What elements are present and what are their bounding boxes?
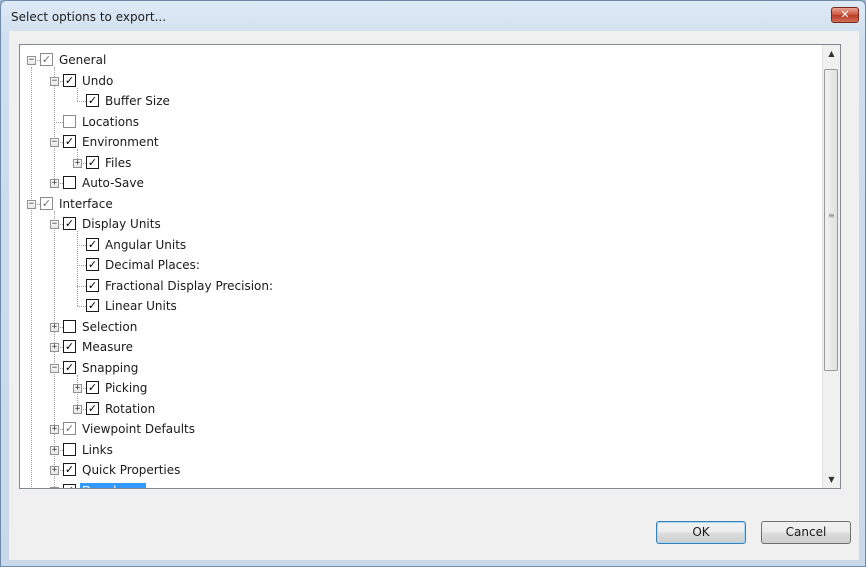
tree-item-label[interactable]: General [57,52,108,68]
tree-row[interactable]: − ✓ Environment [20,133,820,153]
tree-item-label[interactable]: Developer [80,482,146,488]
tree-item-label[interactable]: Viewpoint Defaults [80,421,197,437]
tree-item-label[interactable]: Locations [80,114,141,130]
collapse-icon[interactable]: − [50,76,59,86]
tree-item-label[interactable]: Fractional Display Precision: [103,278,275,294]
scroll-down-arrow-icon[interactable]: ▼ [823,471,840,488]
collapse-icon[interactable]: − [27,56,36,65]
ok-button[interactable]: OK [656,521,746,544]
tree-item-label[interactable]: Angular Units [103,237,188,253]
checkbox[interactable]: ✓ [40,53,53,66]
tree-item-label[interactable]: Files [103,155,133,171]
tree-item-label[interactable]: Display Units [80,216,163,232]
expand-icon[interactable]: + [73,404,82,414]
tree-item-label[interactable]: Selection [80,319,139,335]
tree-row[interactable]: ✓ Linear Units [20,297,820,317]
tree-row[interactable]: + ✓ Quick Properties [20,461,820,481]
expand-icon[interactable]: + [73,158,82,168]
checkbox[interactable] [63,176,76,189]
tree-item-label[interactable]: Environment [80,134,161,150]
checkbox[interactable]: ✓ [86,278,99,292]
collapse-icon[interactable]: − [27,199,36,209]
close-icon: ✕ [840,8,850,21]
checkbox[interactable]: ✓ [63,360,76,374]
checkbox[interactable]: ✓ [86,155,99,169]
vertical-scrollbar[interactable]: ▲ ≡ ▼ [822,45,840,488]
tree-item-label[interactable]: Undo [80,73,115,89]
scroll-up-arrow-icon[interactable]: ▲ [823,45,840,62]
expand-icon[interactable]: + [50,322,59,332]
expand-icon[interactable]: + [50,425,59,434]
tree-item-label[interactable]: Interface [57,196,115,212]
tree-item-label[interactable]: Quick Properties [80,462,182,478]
tree-row[interactable]: − ✓ Interface [20,195,820,215]
checkbox[interactable] [63,319,76,333]
tree-row[interactable]: + Selection [20,318,820,338]
dialog-body: ▲ ≡ ▼ − ✓ General − ✓ Undo ✓ Buffer Size Locatio… [9,31,859,560]
tree-item-label[interactable]: Links [80,442,115,458]
tree-row[interactable]: ✓ Buffer Size [20,92,820,112]
expand-icon[interactable]: + [73,384,82,393]
checkbox[interactable] [63,442,76,456]
tree-item-label[interactable]: Buffer Size [103,93,172,109]
tree-row[interactable]: − ✓ General [20,51,820,71]
checkbox[interactable]: ✓ [86,94,99,107]
checkbox[interactable]: ✓ [86,401,99,415]
scrollbar-thumb[interactable]: ≡ [824,69,838,371]
title-bar[interactable]: Select options to export... ✕ [1,1,865,31]
expand-icon[interactable]: + [50,486,59,488]
collapse-icon[interactable]: − [50,363,59,373]
dialog-title: Select options to export... [11,10,167,24]
checkbox[interactable]: ✓ [40,196,53,210]
checkbox[interactable]: ✓ [63,463,76,476]
checkbox[interactable]: ✓ [63,217,76,230]
checkbox[interactable]: ✓ [63,73,76,87]
tree-row[interactable]: + ✓ Measure [20,338,820,358]
tree-row[interactable]: ✓ Decimal Places: [20,256,820,276]
tree-item-label[interactable]: Measure [80,339,135,355]
checkbox[interactable]: ✓ [63,340,76,353]
tree-row[interactable]: + ✓ Viewpoint Defaults [20,420,820,440]
checkbox[interactable]: ✓ [86,299,99,312]
tree-row[interactable]: − ✓ Snapping [20,359,820,379]
tree-row[interactable]: − ✓ Undo [20,72,820,92]
checkbox[interactable]: ✓ [63,422,76,435]
tree-item-label[interactable]: Linear Units [103,298,179,314]
options-tree[interactable]: ▲ ≡ ▼ − ✓ General − ✓ Undo ✓ Buffer Size Locatio… [19,44,841,489]
expand-icon[interactable]: + [50,445,59,455]
expand-icon[interactable]: + [50,343,59,352]
expand-icon[interactable]: + [50,179,59,188]
collapse-icon[interactable]: − [50,220,59,229]
checkbox[interactable]: ✓ [63,135,76,148]
cancel-button[interactable]: Cancel [761,521,851,544]
close-button[interactable]: ✕ [831,7,859,23]
tree-row[interactable]: + ✓ Developer [20,482,820,488]
tree-item-label[interactable]: Picking [103,380,149,396]
tree-row[interactable]: ✓ Fractional Display Precision: [20,277,820,297]
tree-row[interactable]: + Auto-Save [20,174,820,194]
tree-row[interactable]: + Links [20,441,820,461]
tree-row[interactable]: + ✓ Picking [20,379,820,399]
expand-icon[interactable]: + [50,466,59,475]
checkbox[interactable]: ✓ [86,237,99,251]
tree-item-label[interactable]: Decimal Places: [103,257,202,273]
collapse-icon[interactable]: − [50,138,59,147]
checkbox[interactable]: ✓ [86,258,99,271]
tree-item-label[interactable]: Snapping [80,360,140,376]
tree-row[interactable]: + ✓ Files [20,154,820,174]
checkbox[interactable]: ✓ [63,483,76,488]
export-options-dialog: Select options to export... ✕ ▲ ≡ ▼ − ✓ Ge… [0,0,866,567]
tree-item-label[interactable]: Auto-Save [80,175,146,191]
tree-row[interactable]: ✓ Angular Units [20,236,820,256]
tree-row[interactable]: − ✓ Display Units [20,215,820,235]
tree-row[interactable]: + ✓ Rotation [20,400,820,420]
tree-item-label[interactable]: Rotation [103,401,157,417]
thumb-grip-icon: ≡ [828,211,835,220]
checkbox[interactable] [63,114,76,128]
tree-row[interactable]: Locations [20,113,820,133]
checkbox[interactable]: ✓ [86,381,99,394]
